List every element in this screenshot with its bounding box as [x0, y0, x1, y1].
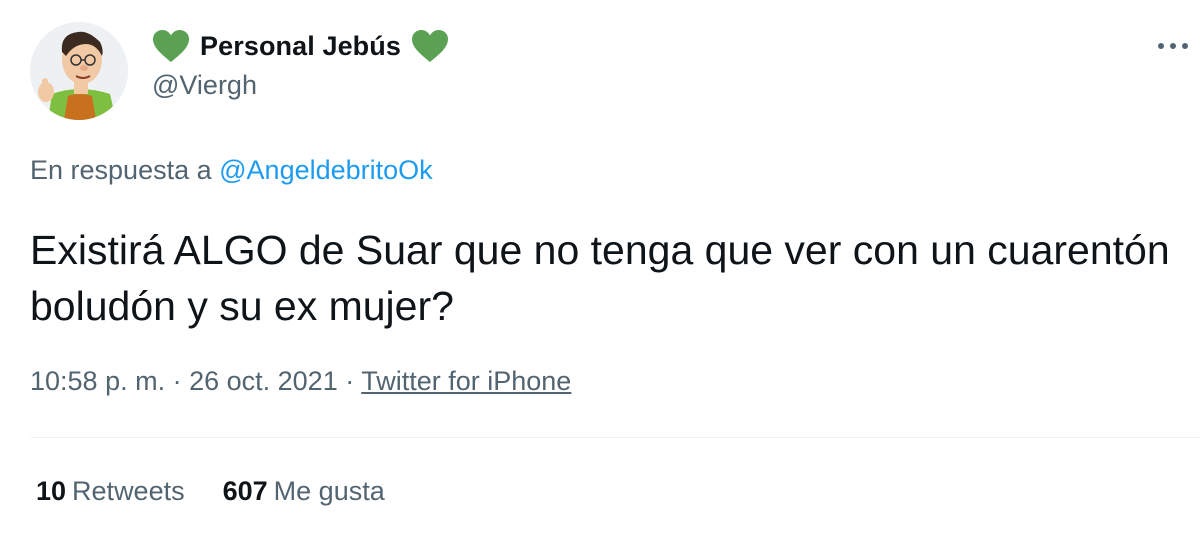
retweets-label: Retweets: [72, 476, 185, 506]
user-handle[interactable]: @Viergh: [152, 70, 449, 101]
likes-stat[interactable]: 607 Me gusta: [223, 476, 385, 507]
cartoon-avatar-image: [30, 22, 128, 120]
tweet-date[interactable]: 26 oct. 2021: [189, 366, 338, 396]
reply-prefix: En respuesta a: [30, 155, 212, 185]
more-options-icon[interactable]: [1156, 38, 1190, 54]
retweets-stat[interactable]: 10 Retweets: [36, 476, 185, 507]
likes-label: Me gusta: [273, 476, 385, 506]
meta-separator: ·: [337, 366, 362, 396]
tweet-card: Personal Jebús @Viergh En respuesta a @A…: [0, 0, 1200, 548]
reply-context: En respuesta a @AngeldebritoOk: [30, 155, 433, 186]
name-row[interactable]: Personal Jebús: [152, 26, 449, 66]
likes-count: 607: [222, 476, 268, 506]
green-heart-icon: [412, 30, 448, 62]
divider: [30, 437, 1200, 438]
tweet-time[interactable]: 10:58 p. m.: [30, 366, 165, 396]
tweet-source-link[interactable]: Twitter for iPhone: [361, 366, 571, 396]
tweet-header: Personal Jebús @Viergh: [152, 26, 449, 101]
meta-separator: ·: [165, 366, 190, 396]
avatar[interactable]: [30, 22, 128, 120]
green-heart-icon: [153, 30, 189, 62]
display-name[interactable]: Personal Jebús: [200, 31, 401, 62]
retweets-count: 10: [36, 476, 67, 506]
tweet-text: Existirá ALGO de Suar que no tenga que v…: [30, 227, 1170, 329]
reply-mention-link[interactable]: @AngeldebritoOk: [219, 155, 433, 185]
tweet-metadata: 10:58 p. m. · 26 oct. 2021 · Twitter for…: [30, 366, 571, 397]
engagement-stats: 10 Retweets 607 Me gusta: [36, 476, 385, 507]
